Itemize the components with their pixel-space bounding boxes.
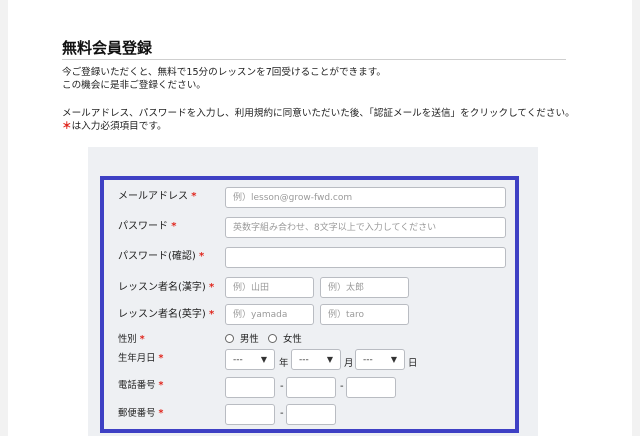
chevron-down-icon: ▼ bbox=[326, 355, 333, 364]
name-roman-label: レッスン者名(英字) * bbox=[118, 309, 215, 320]
chevron-down-icon: ▼ bbox=[260, 355, 267, 364]
password-input[interactable] bbox=[225, 217, 506, 238]
day-unit: 日 bbox=[408, 358, 418, 369]
postal-label: 郵便番号 * bbox=[118, 408, 164, 419]
postal-part1-input[interactable] bbox=[225, 404, 275, 425]
radio-icon[interactable] bbox=[268, 333, 277, 343]
radio-icon[interactable] bbox=[225, 333, 234, 343]
required-star: * bbox=[171, 221, 177, 232]
year-unit: 年 bbox=[279, 358, 289, 369]
required-star: * bbox=[158, 408, 164, 419]
required-star: * bbox=[158, 380, 164, 391]
required-star: * bbox=[209, 309, 215, 320]
password-confirm-label: パスワード(確認) * bbox=[118, 251, 205, 262]
name-kanji-label: レッスン者名(漢字) * bbox=[118, 282, 215, 293]
required-star: ＊ bbox=[62, 121, 72, 132]
phone-part2-input[interactable] bbox=[286, 377, 336, 398]
phone-part3-input[interactable] bbox=[346, 377, 396, 398]
phone-part1-input[interactable] bbox=[225, 377, 275, 398]
birthdate-label: 生年月日 * bbox=[118, 353, 164, 364]
phone-label: 電話番号 * bbox=[118, 380, 164, 391]
birth-day-select[interactable]: --- ▼ bbox=[355, 349, 405, 370]
intro-text-1: 今ご登録いただくと、無料で15分のレッスンを7回受けることができます。 bbox=[62, 67, 386, 78]
gender-male-option[interactable]: 男性 bbox=[225, 331, 259, 345]
required-star: * bbox=[199, 251, 205, 262]
last-name-roman-input[interactable] bbox=[225, 304, 314, 325]
intro-text-2: この機会に是非ご登録ください。 bbox=[62, 80, 206, 91]
gender-female-option[interactable]: 女性 bbox=[268, 331, 302, 345]
phone-separator: - bbox=[280, 381, 284, 392]
email-label: メールアドレス * bbox=[118, 191, 197, 202]
intro-text-4: ＊は入力必須項目です。 bbox=[62, 120, 167, 133]
required-star: * bbox=[191, 191, 197, 202]
postal-part2-input[interactable] bbox=[286, 404, 336, 425]
phone-separator: - bbox=[340, 381, 344, 392]
chevron-down-icon: ▼ bbox=[390, 355, 397, 364]
first-name-roman-input[interactable] bbox=[320, 304, 409, 325]
page-title: 無料会員登録 bbox=[62, 39, 153, 57]
birth-month-select[interactable]: --- ▼ bbox=[291, 349, 341, 370]
required-star: * bbox=[158, 353, 164, 364]
email-input[interactable] bbox=[225, 187, 506, 208]
gender-label: 性別 * bbox=[118, 334, 145, 345]
birth-year-select[interactable]: --- ▼ bbox=[225, 349, 275, 370]
required-star: * bbox=[139, 334, 145, 345]
password-confirm-input[interactable] bbox=[225, 247, 506, 268]
password-label: パスワード * bbox=[118, 221, 177, 232]
title-divider bbox=[62, 59, 566, 60]
intro-text-3: メールアドレス、パスワードを入力し、利用規約に同意いただいた後、「認証メールを送… bbox=[62, 108, 575, 119]
last-name-kanji-input[interactable] bbox=[225, 277, 314, 298]
required-star: * bbox=[209, 282, 215, 293]
postal-separator: - bbox=[280, 408, 284, 419]
required-note: は入力必須項目です。 bbox=[71, 121, 167, 132]
first-name-kanji-input[interactable] bbox=[320, 277, 409, 298]
month-unit: 月 bbox=[344, 358, 354, 369]
